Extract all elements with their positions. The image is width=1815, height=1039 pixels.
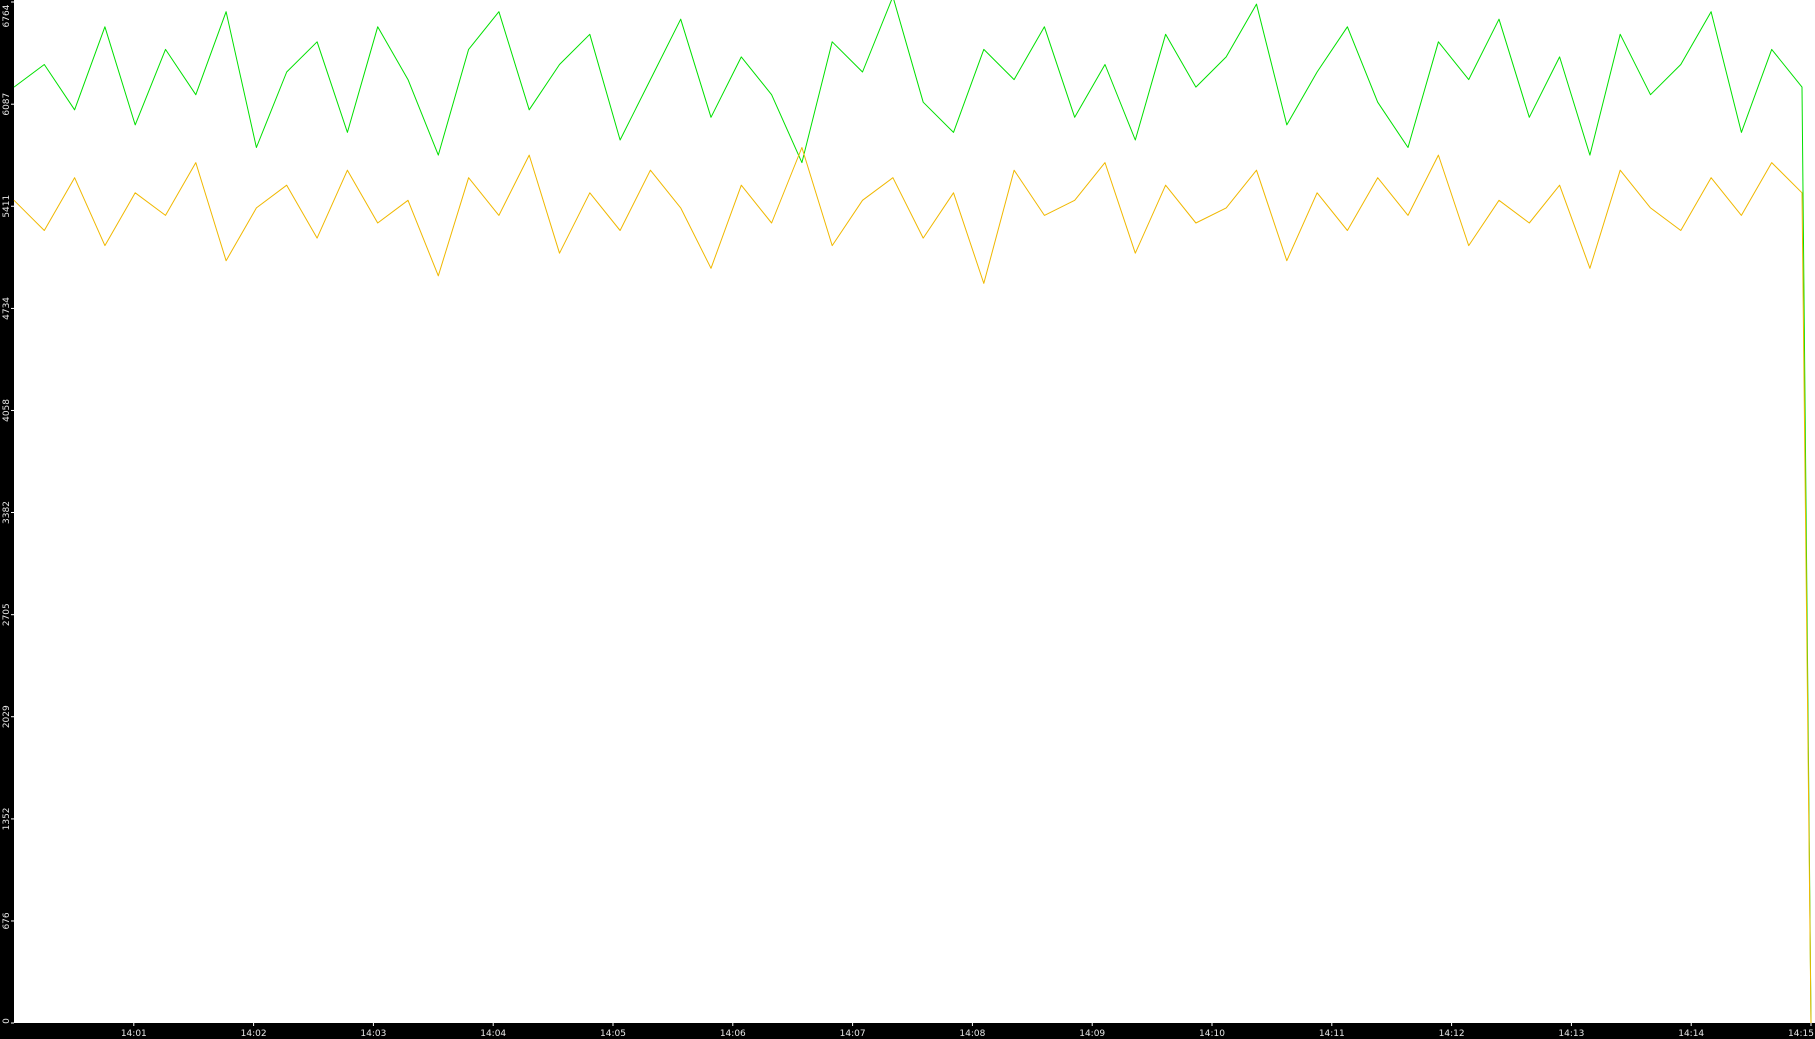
x-tick-label: 14:07 (840, 1029, 866, 1039)
x-tick-label: 14:14 (1678, 1029, 1704, 1039)
x-axis-band (0, 1023, 1815, 1039)
y-tick-label: 2029 (2, 705, 12, 728)
x-tick-label: 14:09 (1079, 1029, 1105, 1039)
x-tick-label: 14:11 (1319, 1029, 1345, 1039)
x-tick-label: 14:03 (360, 1029, 386, 1039)
x-tick-label: 14:10 (1199, 1029, 1225, 1039)
x-tick-label: 14:06 (720, 1029, 746, 1039)
y-tick-label: 4058 (2, 399, 12, 422)
y-tick-label: 2705 (2, 603, 12, 626)
y-tick-label: 0 (2, 1018, 12, 1024)
y-tick-label: 676 (2, 912, 12, 929)
x-tick-label: 14:12 (1439, 1029, 1465, 1039)
line-chart: 0 676 1352 2029 2705 3382 4058 4734 5411 6087 6764… (0, 0, 1815, 1039)
x-tick-label: 14:08 (959, 1029, 985, 1039)
plot-area (14, 0, 1815, 1023)
x-tick-label: 14:04 (480, 1029, 506, 1039)
y-tick-label: 3382 (2, 501, 12, 524)
y-tick-label: 6087 (2, 93, 12, 116)
x-tick-label: 14:05 (600, 1029, 626, 1039)
x-tick-label: 14:13 (1558, 1029, 1584, 1039)
y-tick-label: 5411 (2, 195, 12, 218)
y-tick-label: 1352 (2, 807, 12, 830)
y-tick-label: 6764 (2, 4, 12, 27)
x-tick-label: 14:01 (121, 1029, 147, 1039)
x-tick-label: 14:02 (241, 1029, 267, 1039)
y-tick-label: 4734 (2, 297, 12, 320)
x-tick-label: 14:15 (1788, 1029, 1814, 1039)
